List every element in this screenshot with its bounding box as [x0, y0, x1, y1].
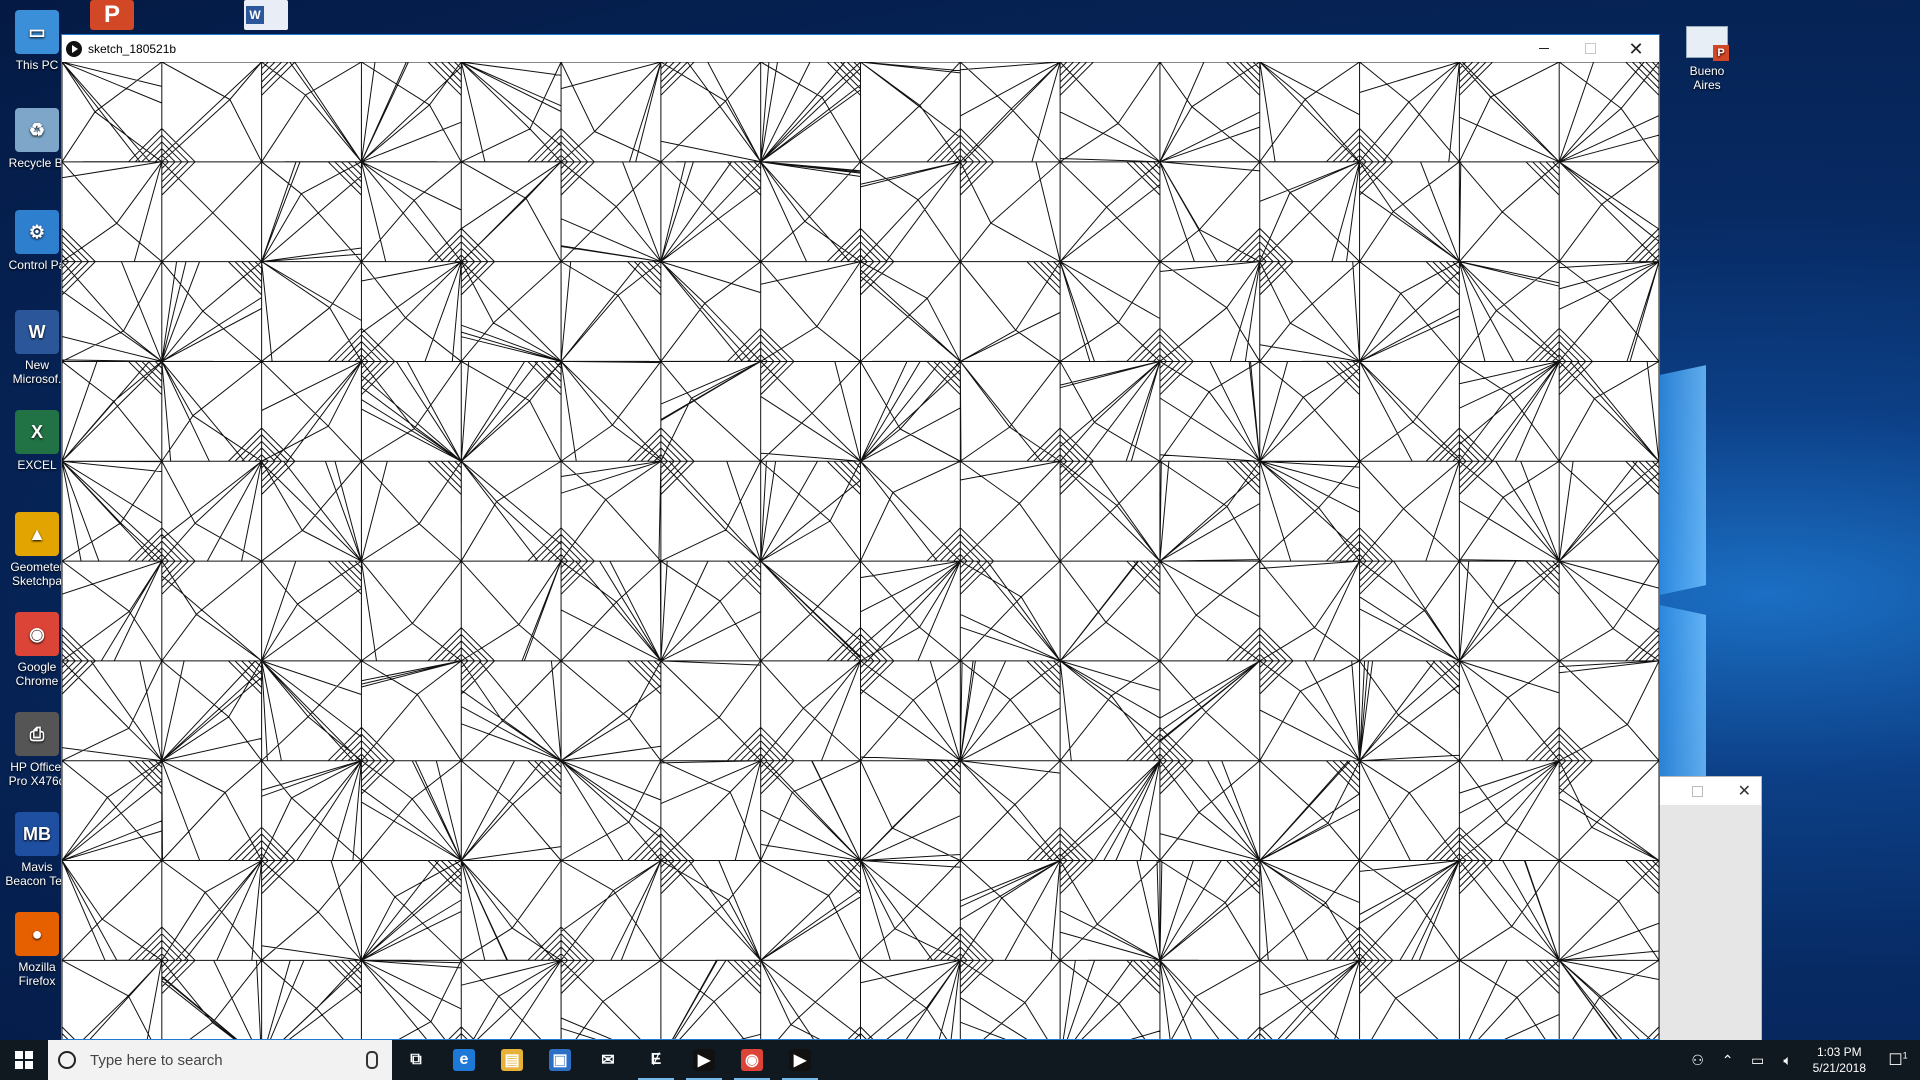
maximize-icon[interactable]: [1692, 786, 1703, 797]
taskbar-mail-button[interactable]: ✉: [584, 1040, 632, 1080]
clock-date: 5/21/2018: [1812, 1061, 1866, 1075]
close-button[interactable]: ✕: [1613, 35, 1659, 62]
mozilla-firefox-icon: ●: [15, 912, 59, 956]
hp-officejet-icon: ⎙: [15, 712, 59, 756]
desktop-icon-bueno-aires[interactable]: Bueno Aires: [1676, 26, 1738, 92]
powerpoint-desktop-icon[interactable]: P: [90, 0, 134, 30]
taskbar-apps: ⧉ e ▤ ▣ ✉ Ɇ ▶ ◉ ▶: [392, 1040, 824, 1080]
store-icon: ▣: [549, 1049, 571, 1071]
taskbar-processing-ide-button[interactable]: Ɇ: [632, 1040, 680, 1080]
sketch-lines: [62, 62, 1659, 1039]
taskbar-processing-run-button[interactable]: ▶: [680, 1040, 728, 1080]
notification-icon: ☐: [1888, 1052, 1903, 1069]
cortana-icon: [58, 1051, 76, 1069]
volume-icon[interactable]: 🔈︎: [1773, 1052, 1803, 1069]
processing-ide-icon: Ɇ: [650, 1051, 662, 1068]
new-microsoft-word-icon: W: [15, 310, 59, 354]
clock-time: 1:03 PM: [1816, 1045, 1862, 1059]
search-placeholder: Type here to search: [90, 1051, 223, 1069]
taskbar-edge-button[interactable]: e: [440, 1040, 488, 1080]
processing-app-icon: [66, 40, 82, 57]
taskbar-chrome-button[interactable]: ◉: [728, 1040, 776, 1080]
task-view-icon: ⧉: [410, 1051, 422, 1068]
mail-icon: ✉: [601, 1052, 615, 1069]
taskbar-store-button[interactable]: ▣: [536, 1040, 584, 1080]
title-bar[interactable]: sketch_180521b ✕: [62, 35, 1659, 62]
taskbar-task-view-button[interactable]: ⧉: [392, 1040, 440, 1080]
this-pc-icon: ▭: [15, 10, 59, 54]
control-panel-icon: ⚙: [15, 210, 59, 254]
sketch-pattern: [62, 62, 1659, 1039]
close-icon: ✕: [1628, 38, 1644, 59]
start-button[interactable]: [0, 1040, 48, 1080]
background-window[interactable]: ✕: [1650, 776, 1762, 1042]
word-desktop-icon[interactable]: W: [244, 0, 288, 30]
system-tray: ⚇ ⌃ ▭ 🔈︎ 1:03 PM 5/21/2018 ☐1: [1683, 1040, 1920, 1080]
taskbar-file-explorer-button[interactable]: ▤: [488, 1040, 536, 1080]
maximize-button[interactable]: [1567, 35, 1613, 62]
taskbar: Type here to search ⧉ e ▤ ▣ ✉ Ɇ ▶ ◉ ▶ ⚇ ⌃ ▭ 🔈︎ 1…: [0, 1040, 1920, 1080]
sketch-window-icon: ▶: [789, 1049, 811, 1071]
maximize-icon: [1584, 43, 1596, 54]
sketch-canvas[interactable]: [62, 62, 1659, 1040]
minimize-button[interactable]: [1521, 35, 1567, 62]
minimize-icon: [1539, 48, 1549, 49]
geometers-sketchpad-icon: ▲: [15, 512, 59, 556]
close-icon[interactable]: ✕: [1738, 781, 1751, 801]
processing-run-icon: ▶: [693, 1049, 715, 1071]
clock[interactable]: 1:03 PM 5/21/2018: [1803, 1044, 1876, 1076]
edge-icon: e: [453, 1049, 475, 1071]
window-title: sketch_180521b: [88, 41, 177, 56]
mavis-beacon-icon: MB: [15, 812, 59, 856]
people-icon[interactable]: ⚇: [1683, 1052, 1713, 1069]
excel-icon: X: [15, 410, 59, 454]
google-chrome-icon: ◉: [15, 612, 59, 656]
sketch-window[interactable]: sketch_180521b ✕: [61, 34, 1660, 1040]
action-center-button[interactable]: ☐1: [1876, 1050, 1920, 1070]
search-box[interactable]: Type here to search: [48, 1040, 392, 1080]
chevron-up-icon[interactable]: ⌃: [1713, 1052, 1743, 1069]
powerpoint-file-icon: [1686, 26, 1729, 61]
desktop-icon-label: Bueno Aires: [1689, 64, 1725, 92]
file-explorer-icon: ▤: [501, 1049, 523, 1071]
taskbar-sketch-window-button[interactable]: ▶: [776, 1040, 824, 1080]
network-icon[interactable]: ▭: [1743, 1052, 1773, 1069]
chrome-icon: ◉: [741, 1049, 763, 1071]
microphone-icon[interactable]: [366, 1051, 378, 1069]
notification-count: 1: [1902, 1050, 1908, 1061]
recycle-bin-icon: ♻: [15, 108, 59, 152]
windows-icon: [15, 1051, 33, 1069]
